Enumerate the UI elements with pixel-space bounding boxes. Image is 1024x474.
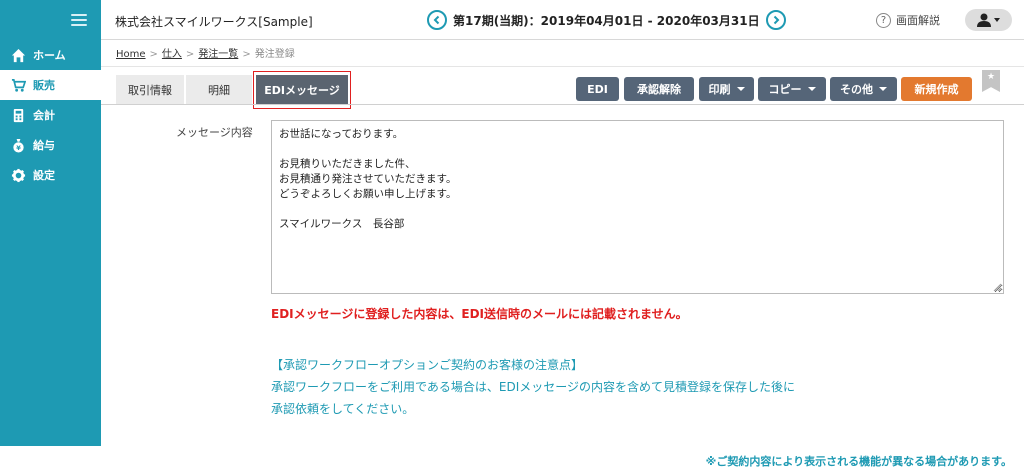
- message-label: メッセージ内容: [176, 126, 253, 139]
- sidebar-top: [0, 0, 101, 40]
- breadcrumb-order-list[interactable]: 発注一覧: [198, 49, 238, 60]
- copy-button-label: コピー: [768, 83, 802, 96]
- chevron-down-icon: [736, 87, 745, 91]
- user-menu-button[interactable]: [965, 9, 1012, 31]
- sidebar-item-label: 給与: [33, 139, 55, 152]
- unapprove-button[interactable]: 承認解除: [624, 77, 694, 101]
- tab-details[interactable]: 明細: [186, 75, 252, 104]
- workflow-note-line: 承認ワークフローをご利用である場合は、EDIメッセージの内容を含めて見積登録を保…: [271, 380, 796, 394]
- print-button-label: 印刷: [708, 83, 731, 96]
- gear-icon: [10, 167, 26, 183]
- chevron-down-icon: [879, 87, 887, 91]
- sidebar-item-label: ホーム: [33, 49, 66, 62]
- contract-footnote: ※ご契約内容により表示される機能が異なる場合があります。: [705, 455, 1012, 468]
- cart-icon: [10, 77, 26, 93]
- calculator-icon: [10, 107, 26, 123]
- other-button[interactable]: その他: [830, 77, 897, 101]
- breadcrumb-current: 発注登録: [254, 49, 295, 60]
- sidebar-item-label: 販売: [33, 79, 55, 92]
- header: 株式会社スマイルワークス[Sample] 第17期(当期)：2019年04月01…: [101, 0, 1024, 40]
- edi-button-label: EDI: [587, 82, 608, 96]
- star-icon: ★: [986, 72, 996, 82]
- chevron-right-icon: [773, 15, 780, 25]
- svg-text:¥: ¥: [16, 144, 21, 152]
- breadcrumb-separator: >: [242, 49, 251, 60]
- user-icon: [976, 13, 1000, 27]
- breadcrumb: Home > 仕入 > 発注一覧 > 発注登録: [116, 45, 295, 60]
- period-label: 第17期(当期)：2019年04月01日 - 2020年03月31日: [453, 13, 760, 28]
- next-period-button[interactable]: [765, 10, 786, 30]
- bookmark-icon[interactable]: ★: [982, 70, 1000, 92]
- sidebar: ホーム 販売 会計 ¥ 給与 設定: [0, 0, 101, 446]
- company-name: 株式会社スマイルワークス[Sample]: [115, 15, 313, 29]
- breadcrumb-separator: >: [149, 49, 158, 60]
- home-icon: [10, 47, 26, 63]
- sidebar-item-accounting[interactable]: 会計: [0, 100, 101, 130]
- sidebar-item-payroll[interactable]: ¥ 給与: [0, 130, 101, 160]
- workflow-note-title: 【承認ワークフローオプションご契約のお客様の注意点】: [271, 358, 584, 372]
- period-selector: 第17期(当期)：2019年04月01日 - 2020年03月31日: [427, 10, 786, 30]
- new-create-button[interactable]: 新規作成: [901, 77, 972, 101]
- new-create-button-label: 新規作成: [914, 83, 959, 96]
- other-button-label: その他: [840, 83, 873, 96]
- tab-edi-message[interactable]: EDIメッセージ: [256, 75, 348, 104]
- edi-warning-text: EDIメッセージに登録した内容は、EDI送信時のメールには記載されません。: [271, 307, 688, 321]
- copy-button[interactable]: コピー: [758, 77, 826, 101]
- prev-period-button[interactable]: [427, 10, 447, 30]
- question-icon: ?: [876, 12, 891, 28]
- breadcrumb-purchasing[interactable]: 仕入: [162, 49, 182, 60]
- breadcrumb-home[interactable]: Home: [116, 49, 146, 60]
- help-label: 画面解説: [896, 14, 940, 27]
- sidebar-item-label: 設定: [33, 169, 55, 182]
- sidebar-item-sales[interactable]: 販売: [0, 70, 101, 100]
- breadcrumb-separator: >: [185, 49, 195, 60]
- money-bag-icon: ¥: [10, 137, 26, 153]
- tab-divider: [101, 104, 1024, 105]
- chevron-down-icon: [807, 87, 816, 91]
- chevron-left-icon: [433, 15, 440, 25]
- sidebar-item-settings[interactable]: 設定: [0, 160, 101, 190]
- edi-button[interactable]: EDI: [576, 77, 619, 101]
- breadcrumb-divider: [101, 66, 1024, 67]
- workflow-note-line: 承認依頼をしてください。: [271, 402, 415, 416]
- resize-handle-icon[interactable]: [992, 282, 1002, 292]
- message-textarea[interactable]: お世話になっております。 お見積りいただきました件、 お見積通り発注させていただ…: [271, 120, 1004, 294]
- hamburger-menu-icon[interactable]: [71, 14, 87, 26]
- sidebar-item-home[interactable]: ホーム: [0, 40, 101, 70]
- unapprove-button-label: 承認解除: [637, 83, 681, 96]
- tab-transaction-info[interactable]: 取引情報: [116, 75, 184, 104]
- sidebar-item-label: 会計: [33, 109, 55, 122]
- print-button[interactable]: 印刷: [699, 77, 754, 101]
- screen-help-link[interactable]: ? 画面解説: [876, 12, 940, 28]
